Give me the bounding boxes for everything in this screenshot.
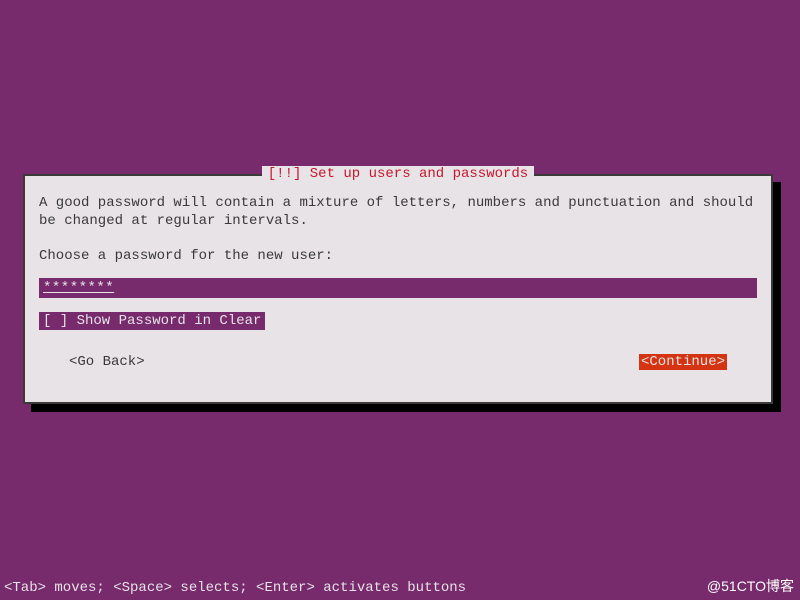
show-password-checkbox[interactable]: [ ] Show Password in Clear bbox=[39, 312, 265, 330]
status-bar: <Tab> moves; <Space> selects; <Enter> ac… bbox=[4, 580, 466, 596]
dialog-content: A good password will contain a mixture o… bbox=[25, 176, 771, 384]
button-row: <Go Back> <Continue> bbox=[39, 354, 757, 370]
password-input[interactable]: ******** bbox=[39, 278, 757, 298]
go-back-button[interactable]: <Go Back> bbox=[69, 354, 145, 370]
password-prompt: Choose a password for the new user: bbox=[39, 248, 757, 264]
password-dialog: [!!] Set up users and passwords A good p… bbox=[23, 174, 773, 404]
continue-button[interactable]: <Continue> bbox=[639, 354, 727, 370]
dialog-title-wrapper: [!!] Set up users and passwords bbox=[25, 166, 771, 182]
dialog-title: [!!] Set up users and passwords bbox=[262, 166, 534, 182]
watermark: @51CTO博客 bbox=[707, 576, 794, 596]
help-text: A good password will contain a mixture o… bbox=[39, 194, 757, 230]
